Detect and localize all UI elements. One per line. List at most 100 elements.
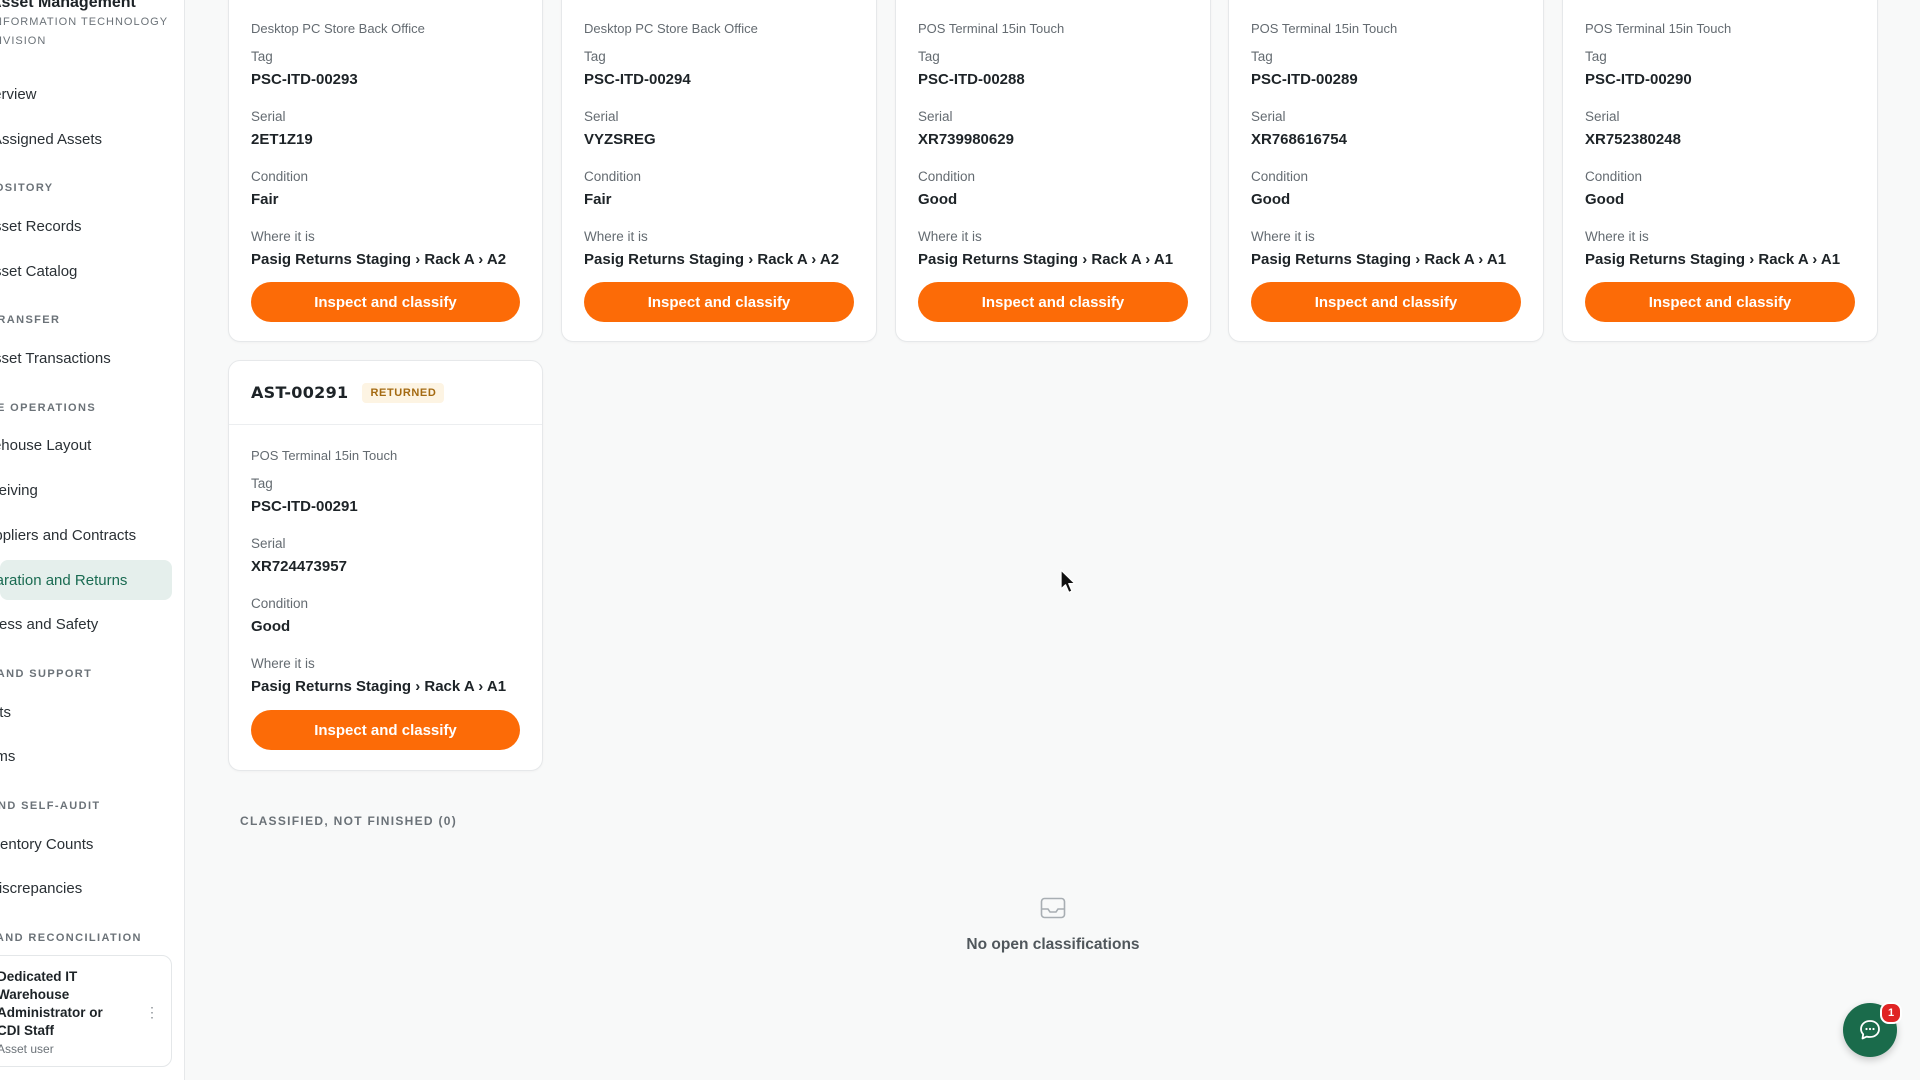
sidebar-item-label: Asset Records (0, 217, 82, 235)
sidebar-item-receiving[interactable]: Receiving (0, 470, 172, 510)
asset-card: Desktop PC Store Back Office Tag PSC-ITD… (561, 0, 877, 342)
sidebar-item-label: Tickets (0, 703, 11, 721)
location-label: Where it is (918, 229, 982, 244)
location-label: Where it is (251, 656, 315, 671)
user-role: Asset user (0, 1042, 54, 1056)
condition-value: Fair (251, 191, 279, 208)
serial-label: Serial (251, 536, 286, 551)
mouse-cursor-icon (1060, 569, 1076, 594)
condition-value: Good (1585, 191, 1625, 208)
location-value: Pasig Returns Staging › Rack A › A1 (1251, 251, 1507, 268)
sidebar-item-suppliers-and-contracts[interactable]: Suppliers and Contracts (0, 515, 172, 555)
inspect-and-classify-button[interactable]: Inspect and classify (918, 282, 1188, 322)
serial-label: Serial (584, 109, 619, 124)
inspect-and-classify-button[interactable]: Inspect and classify (1585, 282, 1855, 322)
serial-label: Serial (1251, 109, 1286, 124)
user-card[interactable]: Dedicated IT Warehouse Administrator or … (0, 955, 172, 1067)
sidebar-item-label: Assigned Assets (0, 130, 103, 148)
tag-value: PSC-ITD-00290 (1585, 71, 1692, 88)
sidebar-item-label: Overview (0, 85, 37, 103)
inspect-and-classify-button[interactable]: Inspect and classify (584, 282, 854, 322)
asset-id: AST-00291 (251, 383, 349, 402)
status-badge: RETURNED (362, 382, 445, 403)
sidebar-item-label: Discrepancies (0, 879, 83, 897)
condition-label: Condition (584, 169, 642, 184)
sidebar-item-preparation-and-returns[interactable]: Preparation and Returns (0, 560, 172, 600)
inspect-and-classify-button[interactable]: Inspect and classify (251, 282, 520, 322)
sidebar-item-tickets[interactable]: Tickets (0, 692, 172, 732)
brand-subtitle: INFORMATION TECHNOLOGY (0, 16, 169, 28)
tag-value: PSC-ITD-00291 (251, 498, 358, 515)
serial-value: VYZSREG (584, 131, 656, 148)
brand: Asset Management INFORMATION TECHNOLOGY … (0, 0, 184, 50)
tag-value: PSC-ITD-00293 (251, 71, 358, 88)
brand-subtitle: DIVISION (0, 35, 47, 47)
condition-label: Condition (251, 169, 309, 184)
location-value: Pasig Returns Staging › Rack A › A1 (918, 251, 1174, 268)
asset-card: POS Terminal 15in Touch Tag PSC-ITD-0028… (895, 0, 1211, 342)
inbox-icon (1040, 897, 1066, 919)
asset-model: Desktop PC Store Back Office (584, 21, 758, 36)
sidebar-item-label: Preparation and Returns (0, 571, 128, 589)
sidebar-item-asset-records[interactable]: Asset Records (0, 206, 172, 246)
sidebar-section-label: COUNTING AND RECONCILIATION (0, 932, 142, 944)
location-value: Pasig Returns Staging › Rack A › A1 (251, 678, 507, 695)
tag-label: Tag (251, 476, 273, 491)
serial-label: Serial (251, 109, 286, 124)
sidebar-item-inventory-counts[interactable]: Inventory Counts (0, 824, 172, 864)
sidebar-item-label: Suppliers and Contracts (0, 526, 137, 544)
serial-value: XR739980629 (918, 131, 1014, 148)
asset-card: Desktop PC Store Back Office Tag PSC-ITD… (228, 0, 543, 342)
sidebar-section-label: WAREHOUSE OPERATIONS (0, 402, 97, 414)
condition-value: Good (1251, 191, 1291, 208)
condition-label: Condition (251, 596, 309, 611)
asset-model: Desktop PC Store Back Office (251, 21, 425, 36)
sidebar-item-label: Problems (0, 747, 16, 765)
sidebar-section-label: HELP AND SUPPORT (0, 668, 93, 680)
condition-label: Condition (1585, 169, 1643, 184)
notification-badge: 1 (1880, 1002, 1902, 1024)
serial-value: XR724473957 (251, 558, 347, 575)
section-title: CLASSIFIED, NOT FINISHED (0) (240, 814, 458, 828)
tag-value: PSC-ITD-00289 (1251, 71, 1358, 88)
location-value: Pasig Returns Staging › Rack A › A1 (1585, 251, 1841, 268)
serial-value: XR752380248 (1585, 131, 1681, 148)
user-name: Dedicated IT Warehouse Administrator or … (0, 969, 103, 1038)
sidebar-section-label: AUDIT AND SELF-AUDIT (0, 800, 101, 812)
sidebar-item-assigned-assets[interactable]: Assigned Assets (0, 119, 172, 159)
sidebar-item-label: Asset Transactions (0, 349, 111, 367)
tag-label: Tag (251, 49, 273, 64)
location-value: Pasig Returns Staging › Rack A › A2 (251, 251, 507, 268)
asset-model: POS Terminal 15in Touch (251, 448, 398, 463)
sidebar-item-problems[interactable]: Problems (0, 736, 172, 776)
location-label: Where it is (251, 229, 315, 244)
empty-state-text: No open classifications (966, 936, 1140, 953)
inspect-and-classify-button[interactable]: Inspect and classify (1251, 282, 1521, 322)
tag-value: PSC-ITD-00294 (584, 71, 691, 88)
condition-label: Condition (918, 169, 976, 184)
sidebar-item-warehouse-layout[interactable]: Warehouse Layout (0, 425, 172, 465)
sidebar-item-label: Asset Catalog (0, 262, 78, 280)
asset-model: POS Terminal 15in Touch (918, 21, 1065, 36)
sidebar-item-asset-catalog[interactable]: Asset Catalog (0, 251, 172, 291)
tag-label: Tag (584, 49, 606, 64)
condition-value: Good (251, 618, 291, 635)
brand-title: Asset Management (0, 0, 136, 11)
asset-model: POS Terminal 15in Touch (1251, 21, 1398, 36)
location-label: Where it is (1251, 229, 1315, 244)
chat-bubble-icon (1860, 1020, 1880, 1040)
inspect-and-classify-button[interactable]: Inspect and classify (251, 710, 520, 750)
sidebar: Asset Management INFORMATION TECHNOLOGY … (0, 0, 185, 1080)
tag-label: Tag (918, 49, 940, 64)
card-header: AST-00291 RETURNED (229, 361, 542, 425)
sidebar-section-label: REPOSITORY (0, 182, 54, 194)
sidebar-item-label: Inventory Counts (0, 835, 94, 853)
sidebar-item-discrepancies[interactable]: Discrepancies (0, 868, 172, 908)
sidebar-item-access-and-safety[interactable]: Access and Safety (0, 604, 172, 644)
more-vertical-icon[interactable]: ⋮ (145, 1004, 159, 1021)
sidebar-item-asset-transactions[interactable]: Asset Transactions (0, 338, 172, 378)
sidebar-item-overview[interactable]: Overview (0, 74, 172, 114)
condition-label: Condition (1251, 169, 1309, 184)
serial-label: Serial (1585, 109, 1620, 124)
serial-value: 2ET1Z19 (251, 131, 313, 148)
